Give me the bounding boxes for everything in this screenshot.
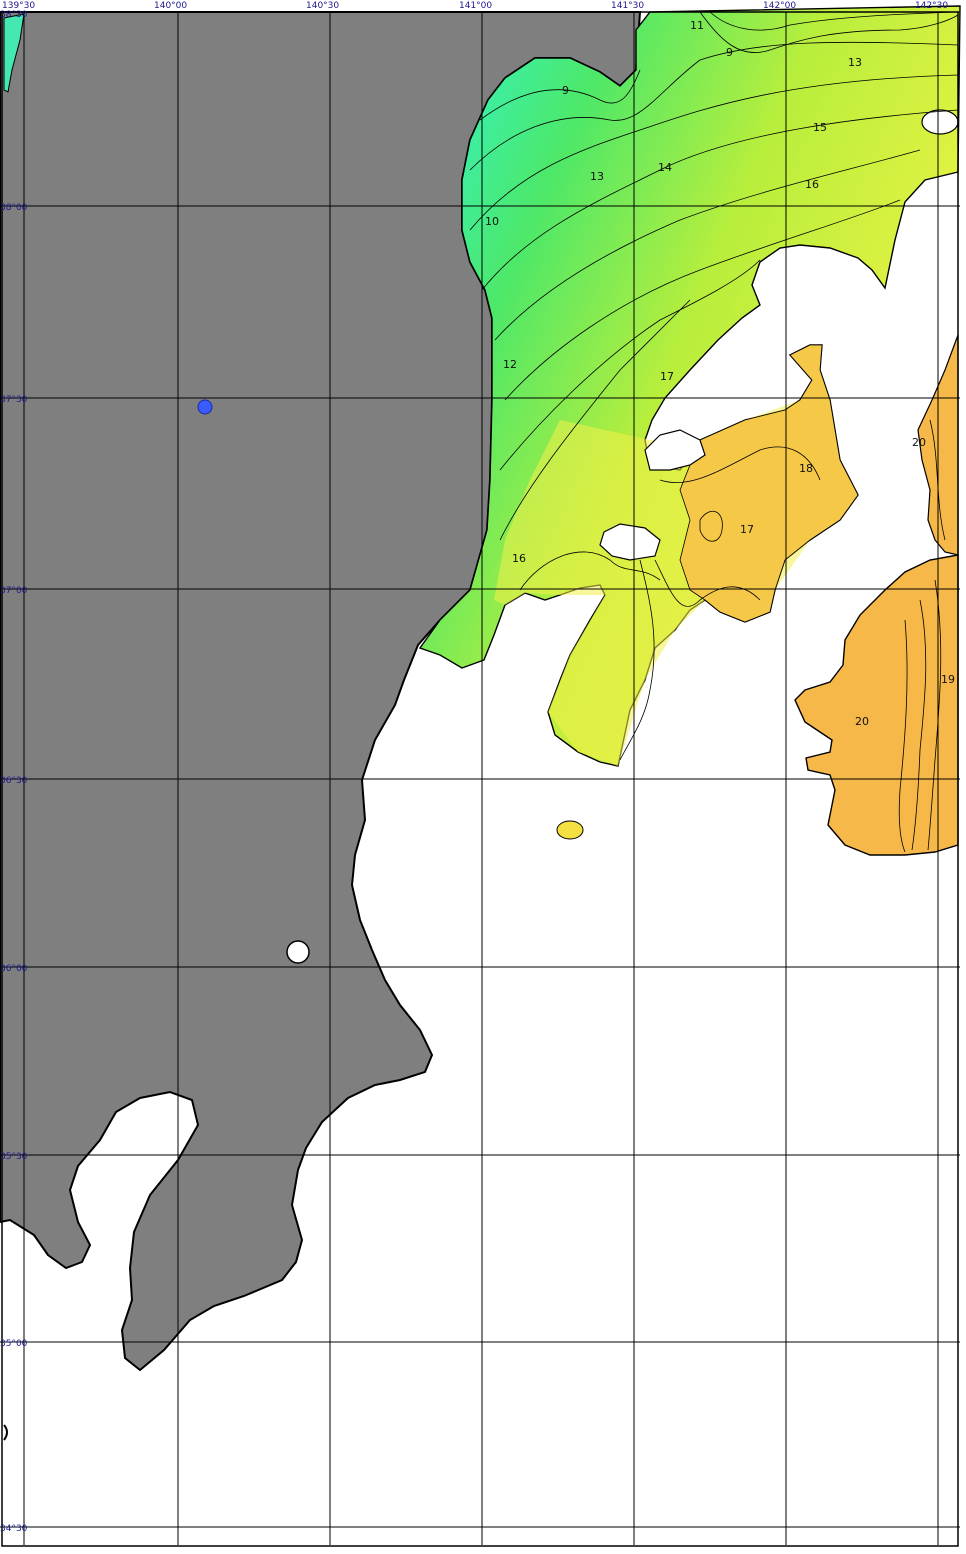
isotherm-label: 16 (805, 178, 819, 191)
inland-lake (286, 940, 310, 964)
isotherm-label: 18 (799, 462, 813, 475)
lon-tick: 140°00 (154, 1, 187, 11)
lat-tick: 37°30 (0, 395, 28, 405)
sst-patch-small (556, 820, 584, 840)
isotherm-label: 19 (941, 673, 955, 686)
isotherm-label: 20 (855, 715, 869, 728)
lon-tick: 140°30 (306, 1, 339, 11)
lon-tick: 141°30 (611, 1, 644, 11)
location-marker-icon[interactable] (197, 399, 213, 415)
lat-tick: 38°30 (0, 10, 28, 20)
isotherm-label: 16 (512, 552, 526, 565)
lat-tick: 37°00 (0, 586, 28, 596)
lat-tick: 34°30 (0, 1524, 28, 1534)
isotherm-label: 11 (690, 19, 704, 32)
isotherm-label: 13 (590, 170, 604, 183)
isotherm-label: 20 (912, 436, 926, 449)
lat-tick: 36°30 (0, 776, 28, 786)
sst-map: 139°30 140°00 140°30 141°00 141°30 142°0… (0, 0, 966, 1554)
lat-tick: 36°00 (0, 964, 28, 974)
lat-tick: 35°00 (0, 1339, 28, 1349)
isotherm-label: 9 (562, 84, 569, 97)
lon-tick: 141°00 (459, 1, 492, 11)
isotherm-label: 15 (813, 121, 827, 134)
isotherm-label: 12 (503, 358, 517, 371)
lat-tick: 35°30 (0, 1152, 28, 1162)
lon-tick: 142°00 (763, 1, 796, 11)
isotherm-label: 9 (726, 46, 733, 59)
isotherm-label: 13 (848, 56, 862, 69)
isotherm-label: 14 (658, 161, 672, 174)
no-data-hole-3 (921, 109, 959, 135)
lat-tick: 38°00 (0, 203, 28, 213)
isotherm-label: 17 (740, 523, 754, 536)
isotherm-label: 17 (660, 370, 674, 383)
lon-tick: 142°30 (915, 1, 948, 11)
isotherm-label: 10 (485, 215, 499, 228)
